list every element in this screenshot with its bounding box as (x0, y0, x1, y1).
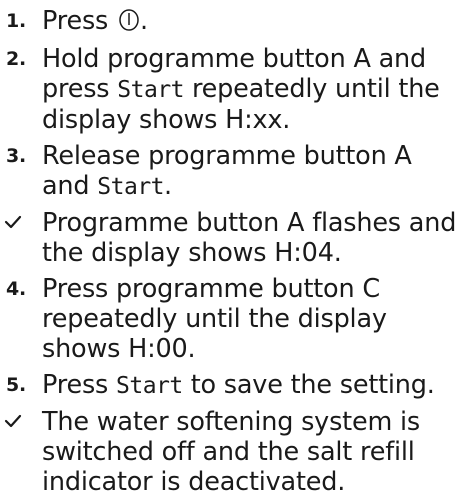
power-icon (118, 7, 140, 38)
step-number: 1. (6, 10, 27, 32)
step-text: Press (42, 370, 109, 400)
start-label: Start (117, 77, 185, 103)
step-3: 3. Release programme button A and Start. (0, 141, 471, 202)
start-label: Start (97, 174, 165, 200)
step-number: 5. (6, 374, 27, 396)
result-text: Programme button A flashes and the displ… (42, 208, 457, 268)
instruction-steps: 1. Press . 2. Hold programme button A an… (0, 6, 471, 503)
display-value: H:xx. (225, 105, 291, 135)
step-5: 5. Press Start to save the setting. (0, 370, 471, 401)
step-number: 4. (6, 278, 27, 300)
result-text: The water softening system is switched o… (42, 407, 420, 497)
result-2: The water softening system is switched o… (0, 407, 471, 497)
step-4: 4. Press programme button C repeatedly u… (0, 274, 471, 364)
check-icon (4, 413, 26, 433)
step-text-cont: to save the setting. (190, 370, 435, 400)
step-text-end: . (140, 6, 148, 36)
start-label: Start (116, 373, 183, 399)
step-number: 2. (6, 48, 27, 70)
step-number: 3. (6, 145, 27, 167)
step-text: Press (42, 6, 109, 36)
check-icon (4, 214, 26, 234)
step-text: Press programme button C repeatedly unti… (42, 274, 387, 364)
step-text-end: . (164, 171, 172, 201)
result-1: Programme button A flashes and the displ… (0, 208, 471, 268)
step-1: 1. Press . (0, 6, 471, 38)
step-2: 2. Hold programme button A and press Sta… (0, 44, 471, 135)
